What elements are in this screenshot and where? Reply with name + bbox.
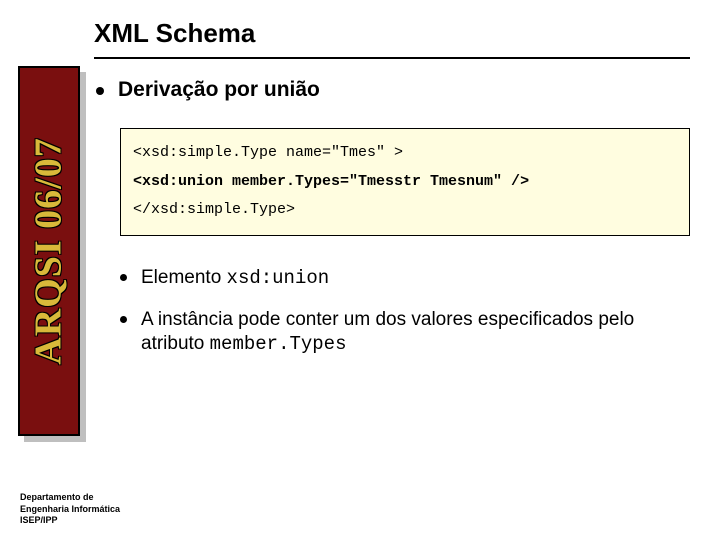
slide-title: XML Schema xyxy=(94,18,690,49)
b1-code: xsd:union xyxy=(227,267,330,289)
code-line-3: </xsd:simple.Type> xyxy=(133,196,677,225)
footer: Departamento de Engenharia Informática I… xyxy=(20,492,120,526)
sidebar-label: ARQSI 06/07 xyxy=(27,137,71,364)
sub-bullets: Elemento xsd:union A instância pode cont… xyxy=(120,266,690,357)
list-item: A instância pode conter um dos valores e… xyxy=(120,308,690,357)
sidebar: ARQSI 06/07 xyxy=(18,66,80,436)
heading-row: Derivação por união xyxy=(96,78,690,102)
code-line-2: <xsd:union member.Types="Tmesstr Tmesnum… xyxy=(133,168,677,197)
bullet-icon xyxy=(120,316,127,323)
bullet-icon xyxy=(96,87,104,95)
bullet-text-1: Elemento xsd:union xyxy=(141,266,329,290)
footer-line-2: Engenharia Informática xyxy=(20,504,120,515)
section-heading: Derivação por união xyxy=(118,78,320,102)
footer-line-1: Departamento de xyxy=(20,492,120,503)
b2-code: member.Types xyxy=(210,333,347,355)
code-line-1: <xsd:simple.Type name="Tmes" > xyxy=(133,139,677,168)
bullet-text-2: A instância pode conter um dos valores e… xyxy=(141,308,690,357)
title-row: XML Schema xyxy=(94,18,690,59)
b1-pre: Elemento xyxy=(141,267,227,288)
code-box: <xsd:simple.Type name="Tmes" > <xsd:unio… xyxy=(120,128,690,236)
footer-line-3: ISEP/IPP xyxy=(20,515,120,526)
content-area: Derivação por união <xsd:simple.Type nam… xyxy=(96,78,690,374)
bullet-icon xyxy=(120,274,127,281)
slide: XML Schema ARQSI 06/07 Derivação por uni… xyxy=(0,0,720,540)
list-item: Elemento xsd:union xyxy=(120,266,690,290)
